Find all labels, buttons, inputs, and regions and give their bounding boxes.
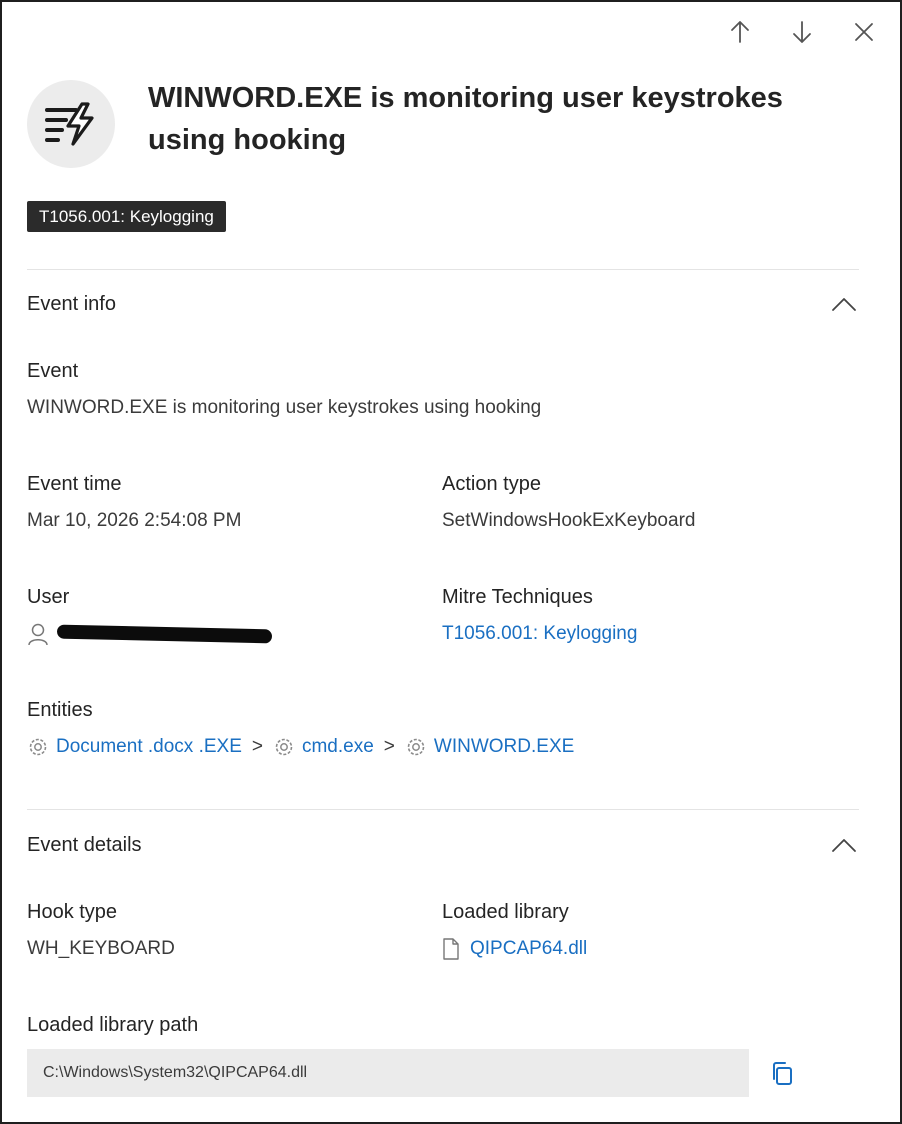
divider bbox=[27, 269, 859, 270]
person-icon bbox=[28, 623, 48, 646]
event-details-heading: Event details bbox=[27, 833, 142, 856]
file-icon bbox=[443, 938, 459, 960]
loaded-library-path-value: C:\Windows\System32\QIPCAP64.dll bbox=[27, 1049, 749, 1097]
chevron-up-icon bbox=[832, 298, 856, 311]
loaded-library-field: Loaded library QIPCAP64.dll bbox=[442, 899, 587, 962]
event-field: Event WINWORD.EXE is monitoring user key… bbox=[27, 358, 541, 421]
copy-path-button[interactable] bbox=[766, 1058, 798, 1090]
entity-link[interactable]: cmd.exe bbox=[302, 734, 374, 760]
event-label: Event bbox=[27, 360, 79, 382]
event-details-section-header[interactable]: Event details bbox=[27, 825, 859, 865]
close-icon bbox=[855, 23, 873, 41]
mitre-techniques-label: Mitre Techniques bbox=[442, 586, 593, 608]
event-value: WINWORD.EXE is monitoring user keystroke… bbox=[27, 397, 542, 418]
hook-type-field: Hook type WH_KEYBOARD bbox=[27, 899, 175, 962]
entities-field: Entities Document .docx .EXE > cmd.exe > bbox=[27, 697, 574, 760]
hook-type-value: WH_KEYBOARD bbox=[27, 938, 175, 959]
panel-toolbar bbox=[720, 12, 884, 52]
next-button[interactable] bbox=[782, 12, 822, 52]
process-gear-icon bbox=[27, 736, 49, 758]
alert-type-badge bbox=[27, 80, 115, 168]
event-time-label: Event time bbox=[27, 473, 122, 495]
process-tree: Document .docx .EXE > cmd.exe > WINWORD.… bbox=[27, 734, 574, 760]
alert-title: WINWORD.EXE is monitoring user keystroke… bbox=[148, 82, 783, 156]
mitre-technique-link[interactable]: T1056.001: Keylogging bbox=[442, 621, 637, 647]
process-gear-icon bbox=[273, 736, 295, 758]
action-type-label: Action type bbox=[442, 473, 541, 495]
loaded-library-path-label: Loaded library path bbox=[27, 1014, 199, 1036]
event-time-value: Mar 10, 2026 2:54:08 PM bbox=[27, 510, 242, 531]
event-info-heading: Event info bbox=[27, 292, 116, 315]
alert-detail-panel: WINWORD.EXE is monitoring user keystroke… bbox=[0, 0, 902, 1124]
chevron-up-icon bbox=[832, 839, 856, 852]
redacted-username bbox=[56, 624, 273, 644]
alert-header: WINWORD.EXE is monitoring user keystroke… bbox=[27, 80, 848, 168]
arrow-down-icon bbox=[793, 21, 811, 43]
event-time-field: Event time Mar 10, 2026 2:54:08 PM bbox=[27, 471, 241, 534]
arrow-up-icon bbox=[731, 21, 749, 43]
action-type-value: SetWindowsHookExKeyboard bbox=[442, 510, 696, 531]
close-button[interactable] bbox=[844, 12, 884, 52]
keyboard-lightning-icon bbox=[45, 102, 94, 146]
loaded-library-value: QIPCAP64.dll bbox=[470, 938, 588, 959]
user-label: User bbox=[27, 586, 70, 608]
loaded-library-link[interactable]: QIPCAP64.dll bbox=[442, 936, 587, 962]
entities-label: Entities bbox=[27, 699, 93, 721]
loaded-library-label: Loaded library bbox=[442, 901, 569, 923]
process-gear-icon bbox=[405, 736, 427, 758]
entity-link[interactable]: Document .docx .EXE bbox=[56, 734, 242, 760]
event-info-section-header[interactable]: Event info bbox=[27, 284, 859, 324]
loaded-library-path-field: Loaded library path bbox=[27, 1012, 198, 1038]
entity-separator: > bbox=[383, 736, 395, 757]
user-link[interactable] bbox=[27, 621, 273, 647]
previous-button[interactable] bbox=[720, 12, 760, 52]
hook-type-label: Hook type bbox=[27, 901, 118, 923]
divider bbox=[27, 809, 859, 810]
entity-link[interactable]: WINWORD.EXE bbox=[434, 734, 574, 760]
mitre-tag: T1056.001: Keylogging bbox=[27, 201, 226, 232]
action-type-field: Action type SetWindowsHookExKeyboard bbox=[442, 471, 695, 534]
user-field: User bbox=[27, 584, 273, 647]
entity-separator: > bbox=[251, 736, 263, 757]
mitre-techniques-field: Mitre Techniques T1056.001: Keylogging bbox=[442, 584, 637, 647]
copy-icon bbox=[773, 1062, 792, 1085]
